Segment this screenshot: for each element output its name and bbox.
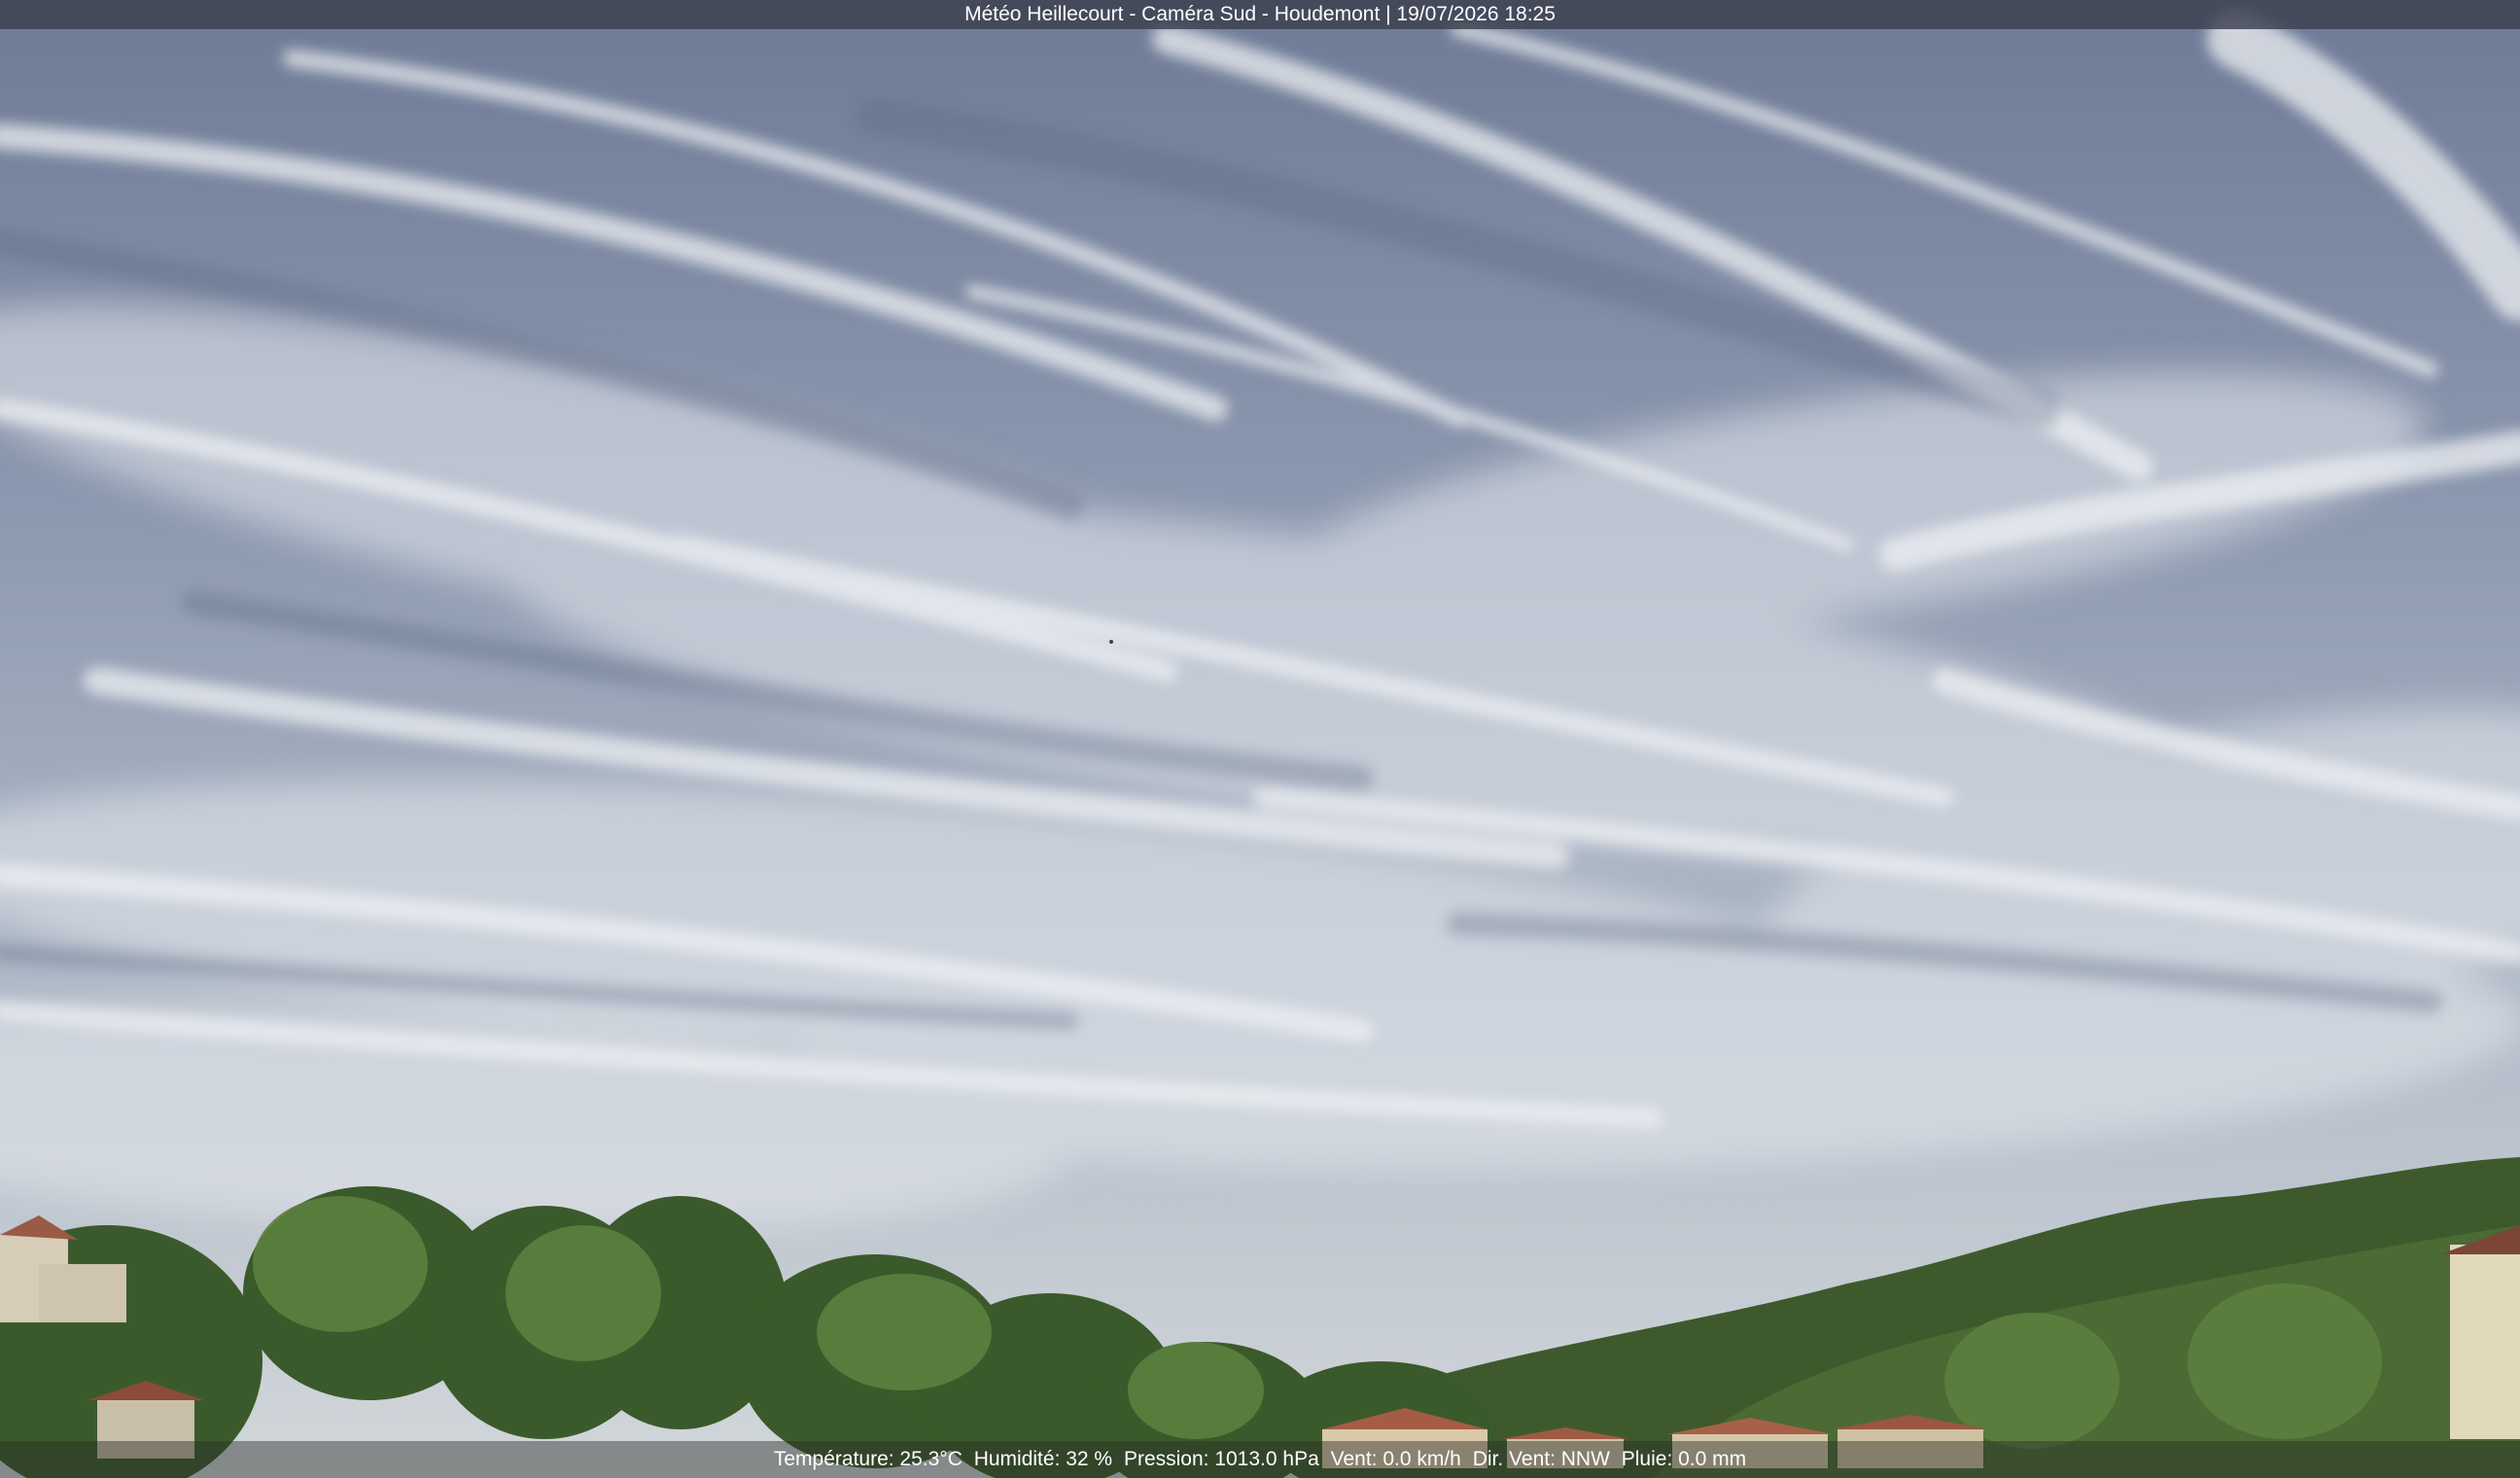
humidity-readout: Humidité: 32 % — [973, 1448, 1113, 1470]
wind-direction-readout: Dir. Vent: NNW — [1472, 1448, 1610, 1470]
bird-speck — [1109, 640, 1113, 644]
webcam-image — [0, 0, 2520, 1478]
rain-readout: Pluie: 0.0 mm — [1621, 1448, 1747, 1470]
webcam-title: Météo Heillecourt - Caméra Sud - Houdemo… — [964, 3, 1556, 25]
webcam-title-bar: Météo Heillecourt - Caméra Sud - Houdemo… — [0, 0, 2520, 29]
weather-readout-bar: Température: 25.3°C Humidité: 32 % Press… — [0, 1441, 2520, 1478]
pressure-readout: Pression: 1013.0 hPa — [1123, 1448, 1319, 1470]
wind-speed-readout: Vent: 0.0 km/h — [1330, 1448, 1461, 1470]
webcam-frame: Météo Heillecourt - Caméra Sud - Houdemo… — [0, 0, 2520, 1478]
temperature-readout: Température: 25.3°C — [773, 1448, 962, 1470]
